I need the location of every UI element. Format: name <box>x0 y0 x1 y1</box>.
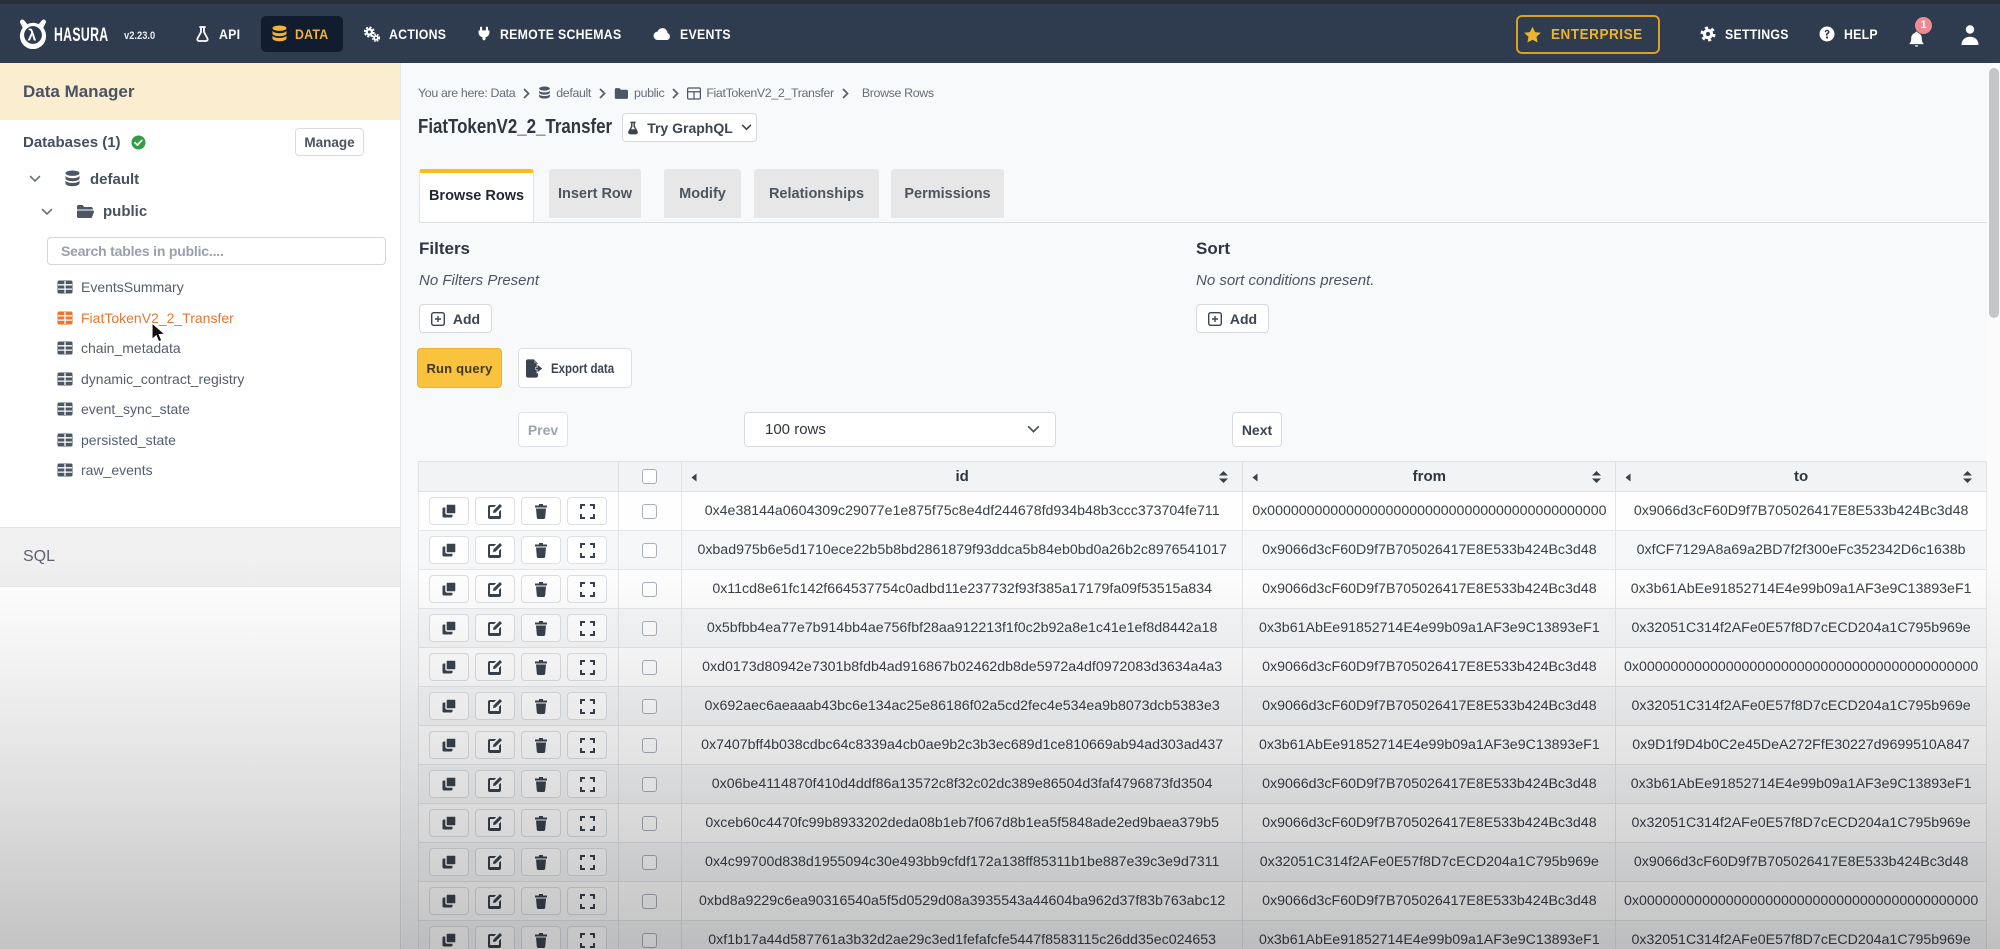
svg-text:λ: λ <box>28 27 37 44</box>
